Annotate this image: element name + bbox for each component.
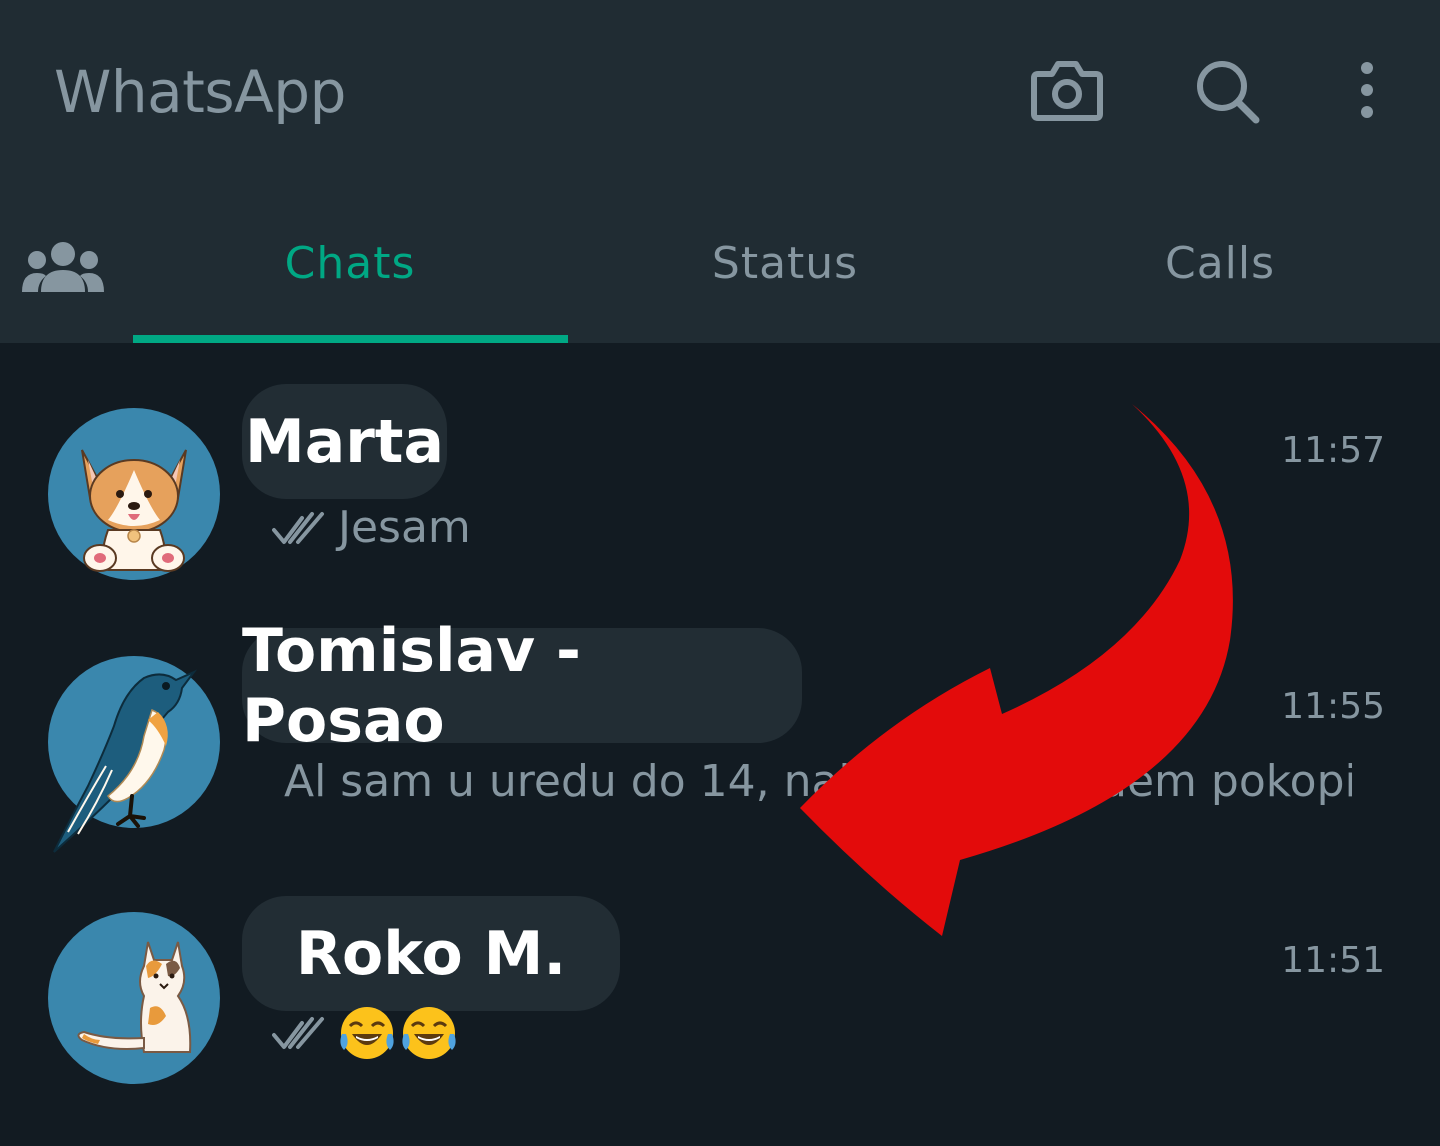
double-check-icon xyxy=(272,511,324,544)
chat-preview: Jesam xyxy=(272,502,471,553)
chat-row-tomislav[interactable]: Tomislav - Posao 11:55 Al sam u uredu do… xyxy=(0,616,1440,878)
chat-name: Roko M. xyxy=(242,896,620,1011)
search-icon[interactable] xyxy=(1194,58,1264,124)
chat-time: 11:57 xyxy=(1281,430,1385,471)
chat-preview xyxy=(272,1004,462,1062)
double-check-icon xyxy=(272,1017,324,1049)
tabs-row: Chats Status Calls xyxy=(0,200,1440,343)
tab-status[interactable]: Status xyxy=(685,238,885,289)
tab-calls[interactable]: Calls xyxy=(1120,238,1320,289)
camera-icon[interactable] xyxy=(1030,56,1104,124)
bird-avatar[interactable] xyxy=(48,656,220,853)
app-title: WhatsApp xyxy=(54,58,346,126)
tab-active-indicator xyxy=(133,335,568,343)
cat-avatar[interactable] xyxy=(48,912,220,1084)
chat-name: Tomislav - Posao xyxy=(242,616,802,756)
community-icon[interactable] xyxy=(22,240,104,296)
top-app-bar: WhatsApp Chats Status Calls xyxy=(0,0,1440,343)
tab-chats[interactable]: Chats xyxy=(250,238,450,289)
chat-preview-text: Jesam xyxy=(338,502,471,553)
chat-name: Marta xyxy=(242,384,447,499)
chat-row-marta[interactable]: Marta 11:57 Jesam xyxy=(0,380,1440,630)
face-with-tears-of-joy-icon xyxy=(402,1007,456,1059)
more-vert-icon[interactable] xyxy=(1352,60,1382,120)
chat-preview: Al sam u uredu do 14, nakon toga dođem p… xyxy=(272,756,1352,807)
face-with-tears-of-joy-icon xyxy=(340,1007,394,1059)
chat-preview-text: Al sam u uredu do 14, nakon toga dođem p… xyxy=(284,756,1352,807)
chat-row-roko[interactable]: Roko M. 11:51 xyxy=(0,896,1440,1146)
chat-time: 11:51 xyxy=(1281,940,1385,981)
chat-time: 11:55 xyxy=(1281,686,1385,727)
corgi-dog-avatar[interactable] xyxy=(48,408,220,580)
